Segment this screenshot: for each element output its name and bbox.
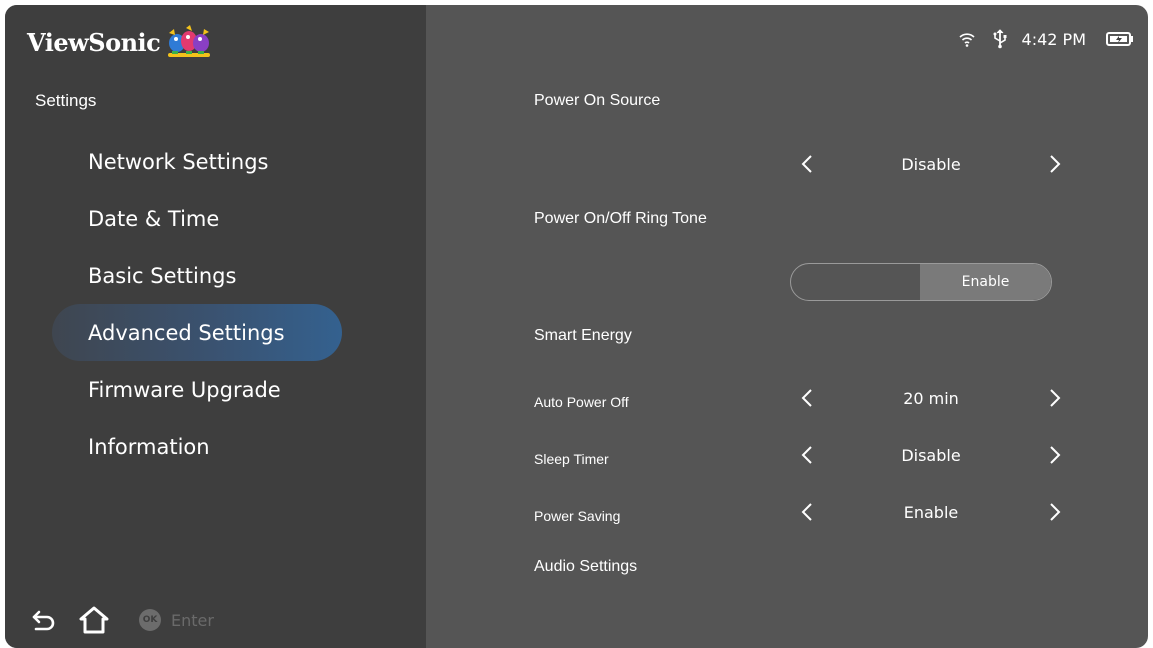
brand-name: ViewSonic bbox=[27, 27, 161, 57]
advanced-settings-panel: Power On Source Disable Power On/Off Rin… bbox=[426, 5, 1148, 648]
power-on-source-value: Disable bbox=[901, 154, 961, 174]
sidebar-item-label: Information bbox=[88, 434, 210, 459]
sidebar: ViewSonic Settings Network Settings Date… bbox=[5, 5, 426, 648]
sidebar-item-date-time[interactable]: Date & Time bbox=[52, 190, 342, 247]
audio-settings-label[interactable]: Audio Settings bbox=[534, 558, 637, 576]
home-button[interactable] bbox=[79, 606, 139, 634]
power-on-source-label: Power On Source bbox=[534, 92, 661, 109]
settings-menu: Network Settings Date & Time Basic Setti… bbox=[5, 133, 426, 475]
sidebar-item-basic-settings[interactable]: Basic Settings bbox=[52, 247, 342, 304]
power-saving-selector[interactable]: Enable bbox=[796, 497, 1066, 527]
chevron-left-icon bbox=[801, 446, 812, 464]
sidebar-item-advanced-settings[interactable]: Advanced Settings bbox=[52, 304, 342, 361]
sleep-timer-selector[interactable]: Disable bbox=[796, 440, 1066, 470]
back-icon bbox=[32, 610, 55, 631]
sidebar-item-label: Firmware Upgrade bbox=[88, 377, 281, 402]
ring-tone-label: Power On/Off Ring Tone bbox=[534, 210, 707, 227]
auto-power-off-prev-button[interactable] bbox=[796, 383, 818, 413]
auto-power-off-selector[interactable]: 20 min bbox=[796, 383, 1066, 413]
chevron-right-icon bbox=[1050, 155, 1061, 173]
enter-hint: Enter bbox=[171, 610, 214, 630]
smart-energy-label: Smart Energy bbox=[534, 327, 632, 344]
chevron-left-icon bbox=[801, 155, 812, 173]
sleep-timer-label: Sleep Timer bbox=[534, 451, 609, 467]
power-saving-label: Power Saving bbox=[534, 508, 621, 524]
back-button[interactable] bbox=[31, 607, 79, 633]
sidebar-item-network-settings[interactable]: Network Settings bbox=[52, 133, 342, 190]
power-saving-prev-button[interactable] bbox=[796, 497, 818, 527]
sidebar-item-label: Date & Time bbox=[88, 206, 220, 231]
chevron-right-icon bbox=[1050, 446, 1061, 464]
sleep-timer-prev-button[interactable] bbox=[796, 440, 818, 470]
power-saving-value: Enable bbox=[903, 502, 959, 522]
birds-logo-icon bbox=[168, 25, 211, 57]
power-on-source-prev-button[interactable] bbox=[796, 149, 818, 179]
settings-title: Settings bbox=[35, 91, 97, 110]
power-on-source-next-button[interactable] bbox=[1044, 149, 1066, 179]
power-saving-next-button[interactable] bbox=[1044, 497, 1066, 527]
app-frame: ViewSonic Settings Network Settings Date… bbox=[5, 5, 1148, 648]
power-on-source-selector[interactable]: Disable bbox=[796, 149, 1066, 179]
home-icon bbox=[79, 606, 109, 634]
sidebar-item-label: Network Settings bbox=[88, 149, 269, 174]
brand-logo: ViewSonic bbox=[27, 25, 212, 59]
sidebar-item-firmware-upgrade[interactable]: Firmware Upgrade bbox=[52, 361, 342, 418]
auto-power-off-value: 20 min bbox=[903, 388, 959, 408]
chevron-right-icon bbox=[1050, 389, 1061, 407]
chevron-right-icon bbox=[1050, 503, 1061, 521]
auto-power-off-next-button[interactable] bbox=[1044, 383, 1066, 413]
chevron-left-icon bbox=[801, 503, 812, 521]
remote-hints: OK Enter bbox=[31, 603, 214, 637]
sidebar-item-information[interactable]: Information bbox=[52, 418, 342, 475]
auto-power-off-label: Auto Power Off bbox=[534, 394, 629, 410]
ring-tone-toggle[interactable]: Enable bbox=[790, 263, 1052, 301]
ok-icon: OK bbox=[139, 609, 161, 631]
chevron-left-icon bbox=[801, 389, 812, 407]
ring-tone-toggle-state: Enable bbox=[920, 264, 1051, 300]
sidebar-item-label: Advanced Settings bbox=[88, 320, 285, 345]
sleep-timer-value: Disable bbox=[901, 445, 961, 465]
sidebar-item-label: Basic Settings bbox=[88, 263, 237, 288]
sleep-timer-next-button[interactable] bbox=[1044, 440, 1066, 470]
